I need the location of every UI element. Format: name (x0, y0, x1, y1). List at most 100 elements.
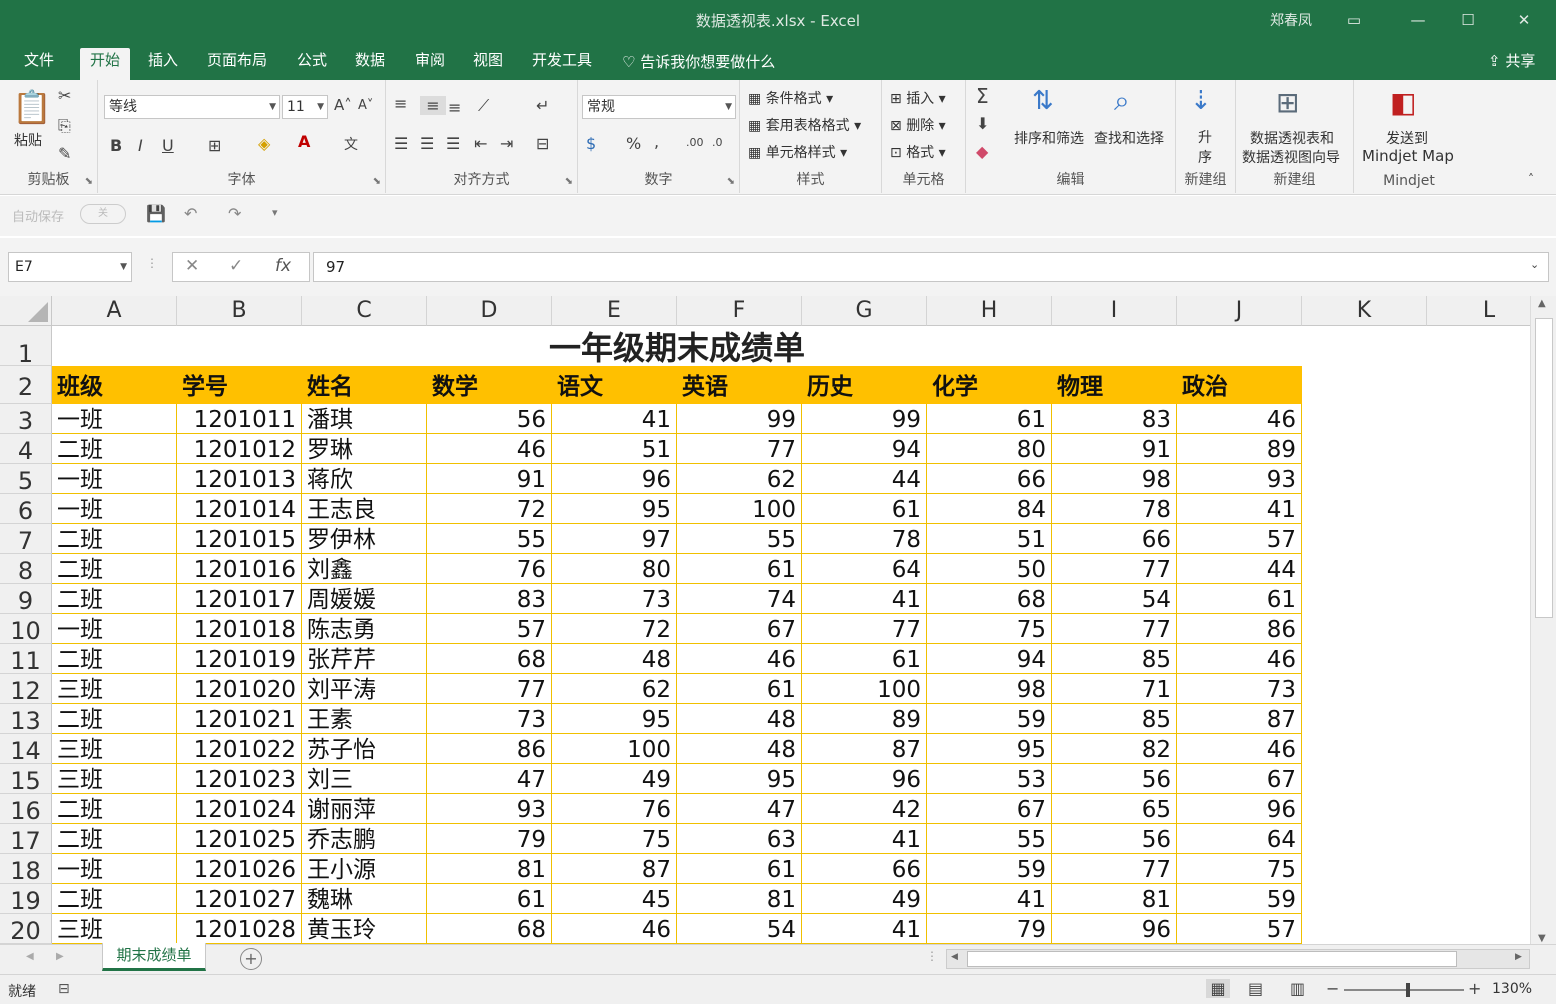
table-cell[interactable]: 谢丽萍 (302, 794, 427, 824)
column-header-K[interactable]: K (1302, 296, 1427, 326)
row-header[interactable]: 16 (0, 794, 52, 825)
header-cell[interactable]: 班级 (52, 366, 177, 404)
table-cell[interactable]: 96 (552, 464, 677, 494)
row-header[interactable]: 13 (0, 704, 52, 735)
table-cell[interactable]: 1201024 (177, 794, 302, 824)
table-cell[interactable]: 61 (802, 494, 927, 524)
increase-decimal-icon[interactable]: .00 (686, 136, 704, 149)
table-cell[interactable]: 98 (927, 674, 1052, 704)
mindjet-icon[interactable]: ◧ (1390, 86, 1416, 119)
vertical-scroll-thumb[interactable] (1535, 318, 1553, 618)
column-header-I[interactable]: I (1052, 296, 1177, 326)
header-cell[interactable]: 语文 (552, 366, 677, 404)
shrink-font-icon[interactable]: A˅ (358, 98, 373, 113)
header-cell[interactable]: 化学 (927, 366, 1052, 404)
table-cell[interactable]: 二班 (52, 554, 177, 584)
table-cell[interactable]: 二班 (52, 434, 177, 464)
table-cell[interactable]: 93 (427, 794, 552, 824)
scroll-down-icon[interactable]: ▼ (1538, 933, 1546, 944)
table-cell[interactable]: 87 (1177, 704, 1302, 734)
table-cell[interactable]: 46 (1177, 404, 1302, 434)
table-cell[interactable]: 78 (1052, 494, 1177, 524)
table-cell[interactable]: 99 (802, 404, 927, 434)
table-cell[interactable]: 一班 (52, 404, 177, 434)
table-cell[interactable]: 68 (427, 644, 552, 674)
sort-ascending-button[interactable]: 升序 (1198, 128, 1212, 168)
italic-icon[interactable]: I (138, 136, 143, 155)
table-cell[interactable]: 80 (927, 434, 1052, 464)
table-cell[interactable]: 94 (802, 434, 927, 464)
table-cell[interactable]: 100 (802, 674, 927, 704)
table-cell[interactable]: 41 (802, 914, 927, 944)
tab-insert[interactable]: 插入 (138, 48, 188, 80)
table-cell[interactable]: 二班 (52, 524, 177, 554)
table-cell[interactable]: 79 (427, 824, 552, 854)
table-cell[interactable]: 87 (802, 734, 927, 764)
column-header-A[interactable]: A (52, 296, 177, 326)
table-cell[interactable]: 94 (927, 644, 1052, 674)
table-cell[interactable]: 62 (677, 464, 802, 494)
tab-home[interactable]: 开始 (80, 48, 131, 80)
column-header-C[interactable]: C (302, 296, 427, 326)
zoom-out-icon[interactable]: − (1326, 979, 1339, 998)
table-cell[interactable]: 56 (1052, 764, 1177, 794)
table-cell[interactable]: 71 (1052, 674, 1177, 704)
copy-icon[interactable]: ⎘ (58, 116, 71, 136)
header-cell[interactable]: 物理 (1052, 366, 1177, 404)
row-header[interactable]: 18 (0, 854, 52, 885)
table-cell[interactable]: 1201015 (177, 524, 302, 554)
table-cell[interactable]: 87 (552, 854, 677, 884)
table-cell[interactable]: 83 (427, 584, 552, 614)
tab-formulas[interactable]: 公式 (287, 48, 337, 80)
row-header[interactable]: 8 (0, 554, 52, 585)
conditional-format-button[interactable]: ▦ 条件格式 ▾ (748, 88, 833, 108)
number-launcher-icon[interactable]: ⬊ (727, 176, 735, 187)
share-button[interactable]: ⇪ 共享 (1488, 50, 1535, 71)
sort-filter-icon[interactable]: ⇅ (1032, 86, 1054, 116)
table-cell[interactable]: 59 (927, 704, 1052, 734)
table-cell[interactable]: 95 (552, 494, 677, 524)
column-header-D[interactable]: D (427, 296, 552, 326)
row-header[interactable]: 7 (0, 524, 52, 555)
cut-icon[interactable]: ✂ (58, 86, 71, 105)
table-cell[interactable]: 二班 (52, 584, 177, 614)
table-cell[interactable]: 95 (552, 704, 677, 734)
table-cell[interactable]: 89 (802, 704, 927, 734)
table-cell[interactable]: 41 (802, 824, 927, 854)
fill-icon[interactable]: ⬇ (976, 114, 989, 133)
table-cell[interactable]: 47 (427, 764, 552, 794)
table-cell[interactable]: 68 (427, 914, 552, 944)
table-cell[interactable]: 54 (677, 914, 802, 944)
table-cell[interactable]: 一班 (52, 854, 177, 884)
send-to-mindjet-line1[interactable]: 发送到 (1386, 128, 1428, 148)
vertical-scrollbar[interactable]: ▲ ▼ (1530, 296, 1556, 946)
close-icon[interactable]: ✕ (1512, 8, 1536, 32)
align-bottom-icon[interactable]: ≡ (448, 98, 461, 117)
table-cell[interactable]: 1201028 (177, 914, 302, 944)
table-cell[interactable]: 乔志鹏 (302, 824, 427, 854)
table-cell[interactable]: 76 (552, 794, 677, 824)
table-cell[interactable]: 72 (552, 614, 677, 644)
table-cell[interactable]: 77 (1052, 854, 1177, 884)
tab-file[interactable]: 文件 (14, 48, 64, 80)
font-color-icon[interactable]: A (298, 132, 310, 151)
table-cell[interactable]: 1201011 (177, 404, 302, 434)
table-cell[interactable]: 67 (1177, 764, 1302, 794)
table-cell[interactable]: 64 (1177, 824, 1302, 854)
format-painter-icon[interactable]: ✎ (58, 144, 71, 163)
number-format-combo[interactable]: 常规 ▼ (582, 95, 736, 119)
table-cell[interactable]: 48 (677, 704, 802, 734)
row-header[interactable]: 2 (0, 366, 52, 404)
sheet-title-cell[interactable]: 一年级期末成绩单 (53, 326, 1301, 367)
tab-page-layout[interactable]: 页面布局 (197, 48, 277, 80)
table-cell[interactable]: 57 (1177, 914, 1302, 944)
table-cell[interactable]: 86 (1177, 614, 1302, 644)
table-cell[interactable]: 黄玉玲 (302, 914, 427, 944)
scroll-right-icon[interactable]: ▶ (1515, 952, 1522, 962)
column-header-H[interactable]: H (927, 296, 1052, 326)
table-cell[interactable]: 二班 (52, 704, 177, 734)
prev-sheet-icon[interactable]: ◀ (26, 951, 34, 962)
table-cell[interactable]: 二班 (52, 884, 177, 914)
table-cell[interactable]: 46 (427, 434, 552, 464)
table-cell[interactable]: 95 (677, 764, 802, 794)
